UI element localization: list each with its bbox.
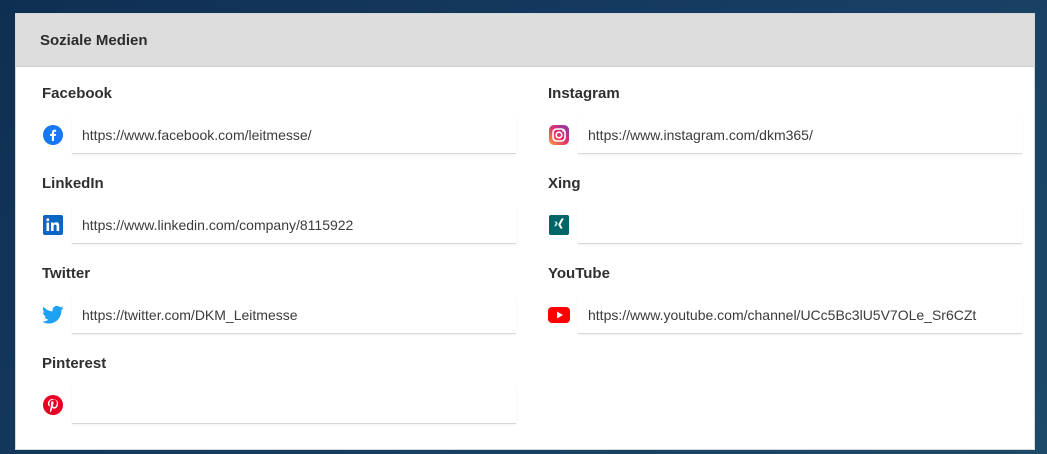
social-media-card: Soziale Medien Facebook Instagram (15, 13, 1035, 450)
xing-icon (548, 214, 570, 236)
pinterest-label: Pinterest (42, 355, 107, 372)
twitter-icon (42, 304, 64, 326)
facebook-label: Facebook (42, 85, 113, 102)
xing-field: Xing (548, 175, 1022, 265)
instagram-field: Instagram (548, 85, 1022, 175)
pinterest-url-input[interactable] (72, 386, 516, 424)
linkedin-label: LinkedIn (42, 175, 104, 192)
twitter-label: Twitter (42, 265, 91, 282)
pinterest-field: Pinterest (42, 355, 516, 445)
youtube-icon (548, 304, 570, 326)
youtube-field: YouTube (548, 265, 1022, 355)
youtube-url-input[interactable] (578, 296, 1022, 334)
twitter-field: Twitter (42, 265, 516, 355)
instagram-icon (548, 124, 570, 146)
facebook-url-input[interactable] (72, 116, 516, 154)
pinterest-icon (42, 394, 64, 416)
twitter-url-input[interactable] (72, 296, 516, 334)
xing-url-input[interactable] (578, 206, 1022, 244)
facebook-icon (42, 124, 64, 146)
social-fields-grid: Facebook Instagram LinkedIn (16, 85, 1034, 445)
linkedin-field: LinkedIn (42, 175, 516, 265)
card-header: Soziale Medien (16, 14, 1034, 67)
instagram-url-input[interactable] (578, 116, 1022, 154)
card-title: Soziale Medien (40, 31, 148, 49)
linkedin-icon (42, 214, 64, 236)
youtube-label: YouTube (548, 265, 610, 282)
instagram-label: Instagram (548, 85, 620, 102)
linkedin-url-input[interactable] (72, 206, 516, 244)
xing-label: Xing (548, 175, 581, 192)
facebook-field: Facebook (42, 85, 516, 175)
